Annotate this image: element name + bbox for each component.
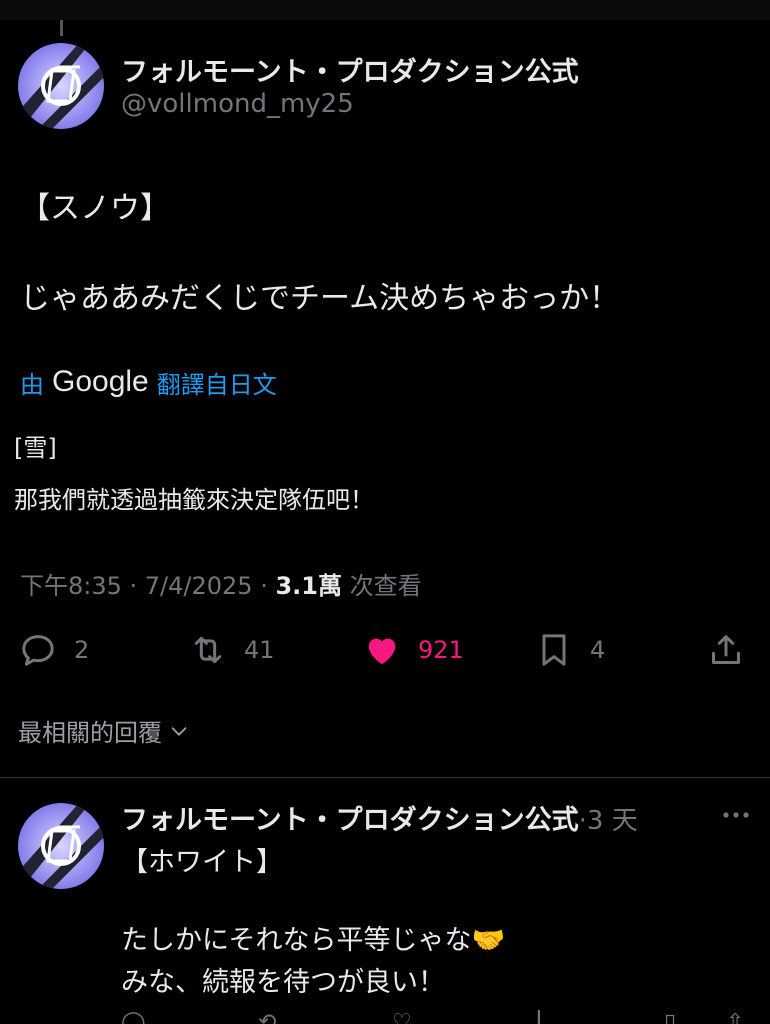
logo-icon	[18, 803, 104, 889]
translate-prefix: 由	[20, 370, 44, 399]
reply-button[interactable]: 2	[18, 628, 89, 672]
tweet-time[interactable]: 下午8:35 · 7/4/2025 ·	[20, 572, 275, 600]
reply-actions-partial: ◯ ⟲ ♡ ▏ ▯ ⇧	[0, 1010, 770, 1024]
translated-body: 那我們就透過抽籤來決定隊伍吧！	[14, 486, 374, 514]
top-bar	[0, 0, 770, 20]
tweet-speaker: 【スノウ】	[20, 191, 170, 226]
reply-header: フォルモーント・プロダクション公式·3 天	[121, 798, 638, 837]
bookmark-icon	[542, 634, 566, 666]
reply-icon	[22, 635, 54, 666]
translate-suffix: 翻譯自日文	[156, 370, 277, 399]
like-count: 921	[418, 636, 464, 664]
reply-line2: みな、続報を待つが良い！	[121, 967, 445, 998]
logo-icon	[18, 43, 104, 129]
bookmark-count: 4	[590, 636, 606, 664]
bookmark-button[interactable]: 4	[534, 628, 605, 672]
tweet-meta: 下午8:35 · 7/4/2025 · 3.1萬 次查看	[20, 566, 422, 601]
retweet-icon[interactable]: ⟲	[258, 1010, 276, 1024]
views-icon[interactable]: ▏	[538, 1010, 555, 1024]
more-button[interactable]	[720, 800, 752, 830]
retweet-icon	[194, 636, 222, 664]
more-icon	[723, 812, 749, 818]
retweet-count: 41	[244, 636, 275, 664]
views-count: 3.1萬	[275, 572, 342, 600]
like-button[interactable]: 921	[362, 628, 464, 672]
sort-label: 最相關的回覆	[18, 719, 162, 747]
translation-attribution[interactable]: 由 Google 翻譯自日文	[20, 364, 277, 400]
avatar[interactable]	[18, 43, 104, 129]
share-button[interactable]	[706, 628, 746, 672]
heart-icon	[368, 638, 396, 665]
google-brand: Google	[52, 365, 149, 398]
reply-count: 2	[74, 636, 90, 664]
translated-speaker: [雪]	[14, 434, 57, 462]
reply-avatar[interactable]	[18, 803, 104, 889]
author-name[interactable]: フォルモーント・プロダクション公式	[121, 50, 579, 89]
divider	[0, 777, 770, 778]
tweet-body: じゃああみだくじでチーム決めちゃおっか！	[20, 281, 620, 316]
retweet-button[interactable]: 41	[188, 628, 275, 672]
reply-author-name[interactable]: フォルモーント・プロダクション公式	[121, 805, 579, 836]
heart-icon[interactable]: ♡	[392, 1010, 412, 1024]
reply-time[interactable]: ·3 天	[579, 806, 638, 836]
sort-replies-dropdown[interactable]: 最相關的回覆	[18, 713, 190, 748]
share-icon[interactable]: ⇧	[726, 1010, 744, 1024]
reply-speaker: 【ホワイト】	[121, 847, 283, 878]
author-handle[interactable]: @vollmond_my25	[121, 89, 354, 119]
views-label: 次查看	[341, 572, 422, 600]
thread-line	[60, 20, 63, 36]
chevron-down-icon	[171, 726, 187, 736]
reply-line1: たしかにそれなら平等じゃな🤝	[121, 925, 506, 956]
share-icon	[712, 635, 740, 664]
reply-icon[interactable]: ◯	[121, 1010, 146, 1024]
bookmark-icon[interactable]: ▯	[664, 1010, 676, 1024]
